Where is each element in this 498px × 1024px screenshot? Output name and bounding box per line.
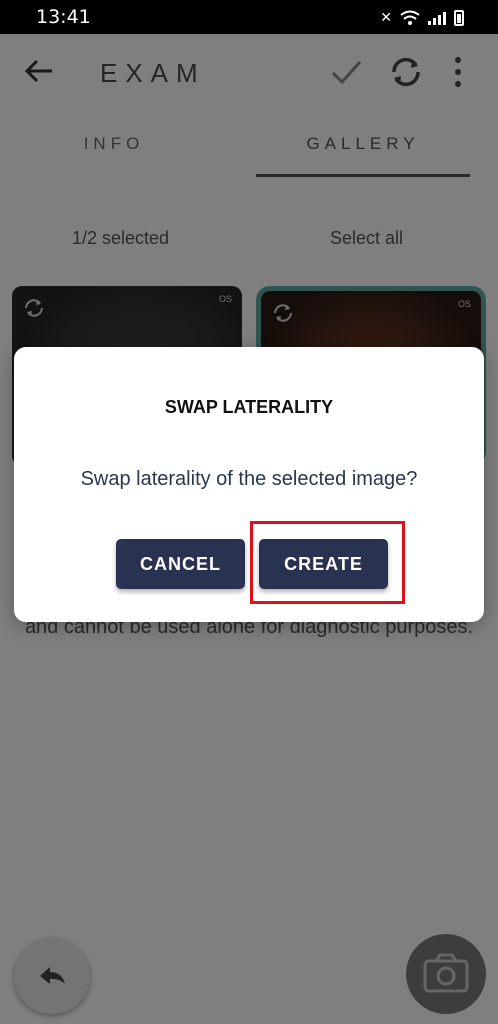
battery-icon bbox=[454, 9, 464, 26]
swap-laterality-dialog: SWAP LATERALITY Swap laterality of the s… bbox=[14, 347, 484, 622]
dialog-title: SWAP LATERALITY bbox=[164, 397, 334, 417]
status-icons: ✕ bbox=[380, 9, 464, 26]
dialog-message: Swap laterality of the selected image? bbox=[80, 468, 418, 490]
status-time: 13:41 bbox=[36, 6, 91, 28]
highlight-box bbox=[250, 521, 405, 604]
status-bar: 13:41 ✕ bbox=[0, 0, 498, 34]
signal-icon bbox=[428, 11, 446, 25]
wifi-icon bbox=[400, 10, 420, 25]
mute-icon: ✕ bbox=[380, 9, 392, 25]
cancel-button[interactable]: CANCEL bbox=[116, 539, 245, 589]
